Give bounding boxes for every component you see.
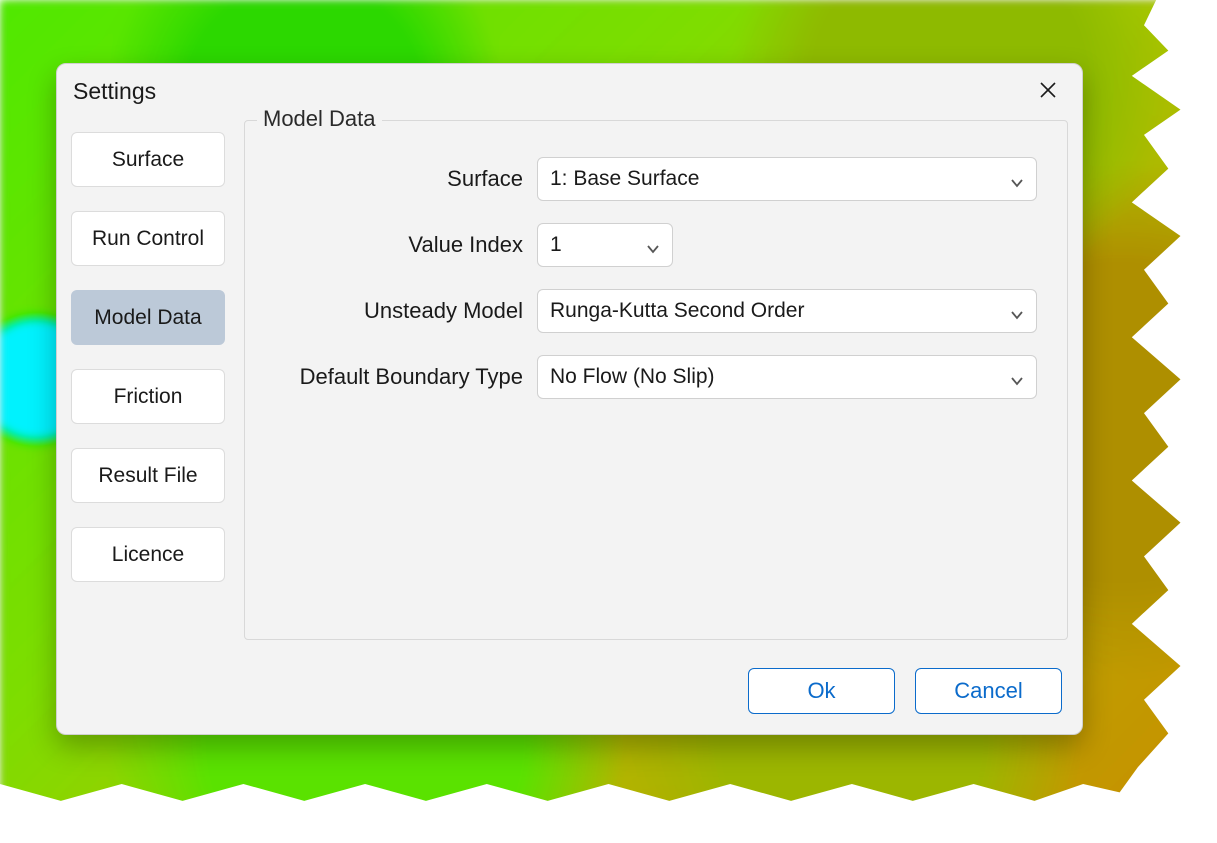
settings-sidebar: Surface Run Control Model Data Friction …	[71, 118, 244, 652]
chevron-down-icon	[1010, 304, 1024, 318]
default-boundary-type-select[interactable]: No Flow (No Slip)	[537, 355, 1037, 399]
unsteady-model-label: Unsteady Model	[263, 298, 523, 324]
chevron-down-icon	[646, 238, 660, 252]
surface-label: Surface	[263, 166, 523, 192]
panel-title: Model Data	[257, 106, 382, 132]
sidebar-item-run-control[interactable]: Run Control	[71, 211, 225, 266]
sidebar-item-model-data[interactable]: Model Data	[71, 290, 225, 345]
cancel-button[interactable]: Cancel	[915, 668, 1062, 714]
dialog-footer: Ok Cancel	[57, 652, 1082, 734]
sidebar-item-label: Surface	[112, 148, 184, 171]
titlebar: Settings	[57, 64, 1082, 118]
sidebar-item-licence[interactable]: Licence	[71, 527, 225, 582]
cancel-label: Cancel	[954, 678, 1022, 703]
ok-label: Ok	[807, 678, 835, 703]
sidebar-item-friction[interactable]: Friction	[71, 369, 225, 424]
sidebar-item-label: Model Data	[94, 306, 201, 329]
sidebar-item-label: Friction	[114, 385, 183, 408]
sidebar-item-label: Result File	[98, 464, 197, 487]
dialog-title: Settings	[73, 78, 156, 105]
ok-button[interactable]: Ok	[748, 668, 895, 714]
chevron-down-icon	[1010, 370, 1024, 384]
surface-value: 1: Base Surface	[550, 167, 699, 191]
sidebar-item-result-file[interactable]: Result File	[71, 448, 225, 503]
default-boundary-type-value: No Flow (No Slip)	[550, 365, 715, 389]
unsteady-model-value: Runga-Kutta Second Order	[550, 299, 804, 323]
value-index-value: 1	[550, 233, 562, 257]
default-boundary-type-label: Default Boundary Type	[263, 364, 523, 390]
close-button[interactable]	[1030, 73, 1066, 109]
surface-select[interactable]: 1: Base Surface	[537, 157, 1037, 201]
sidebar-item-label: Licence	[112, 543, 184, 566]
chevron-down-icon	[1010, 172, 1024, 186]
settings-panel: Model Data Surface 1: Base Surface Value…	[244, 120, 1068, 640]
value-index-label: Value Index	[263, 232, 523, 258]
sidebar-item-surface[interactable]: Surface	[71, 132, 225, 187]
unsteady-model-select[interactable]: Runga-Kutta Second Order	[537, 289, 1037, 333]
value-index-select[interactable]: 1	[537, 223, 673, 267]
model-data-form: Surface 1: Base Surface Value Index 1 Un…	[263, 157, 1049, 399]
close-icon	[1039, 81, 1057, 102]
settings-dialog: Settings Surface Run Control Model Data …	[56, 63, 1083, 735]
sidebar-item-label: Run Control	[92, 227, 204, 250]
